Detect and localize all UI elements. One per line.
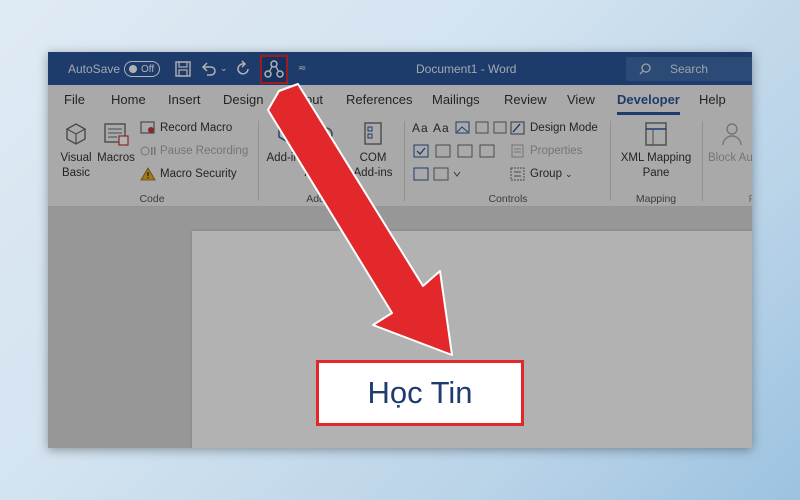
record-macro-icon [140, 121, 155, 134]
group-separator [610, 121, 611, 201]
pause-icon [140, 146, 156, 156]
picture-building-block-icons[interactable] [454, 121, 510, 135]
ribbon-tabs: File Home Insert Design Layout Reference… [48, 85, 752, 115]
word-addins-button[interactable]: Word Add-ins [304, 119, 344, 181]
macros-button[interactable]: Macros [96, 119, 136, 166]
group-label-protect-clipped: P [748, 193, 752, 205]
save-icon[interactable] [174, 59, 194, 79]
group-label: Group [530, 168, 562, 180]
tab-file[interactable]: File [64, 92, 85, 107]
properties-button[interactable]: Properties [510, 142, 582, 160]
search-placeholder: Search [670, 62, 709, 76]
group-label-mapping: Mapping [635, 193, 677, 205]
ribbon-developer: Visual Basic Macros Record Macro Pause R… [48, 115, 752, 207]
design-mode-label: Design Mode [530, 122, 598, 134]
warning-icon [140, 167, 156, 181]
block-authors-button[interactable]: Block Authors [708, 119, 752, 166]
group-separator [702, 121, 703, 201]
network-shapes-icon [264, 60, 284, 78]
person-icon [722, 123, 742, 146]
design-mode-button[interactable]: Design Mode [510, 119, 598, 137]
undo-dropdown-icon[interactable]: ⌄ [220, 52, 228, 85]
tab-layout[interactable]: Layout [284, 92, 323, 107]
redo-icon[interactable] [234, 59, 254, 79]
addins-button[interactable]: Add-ins [266, 119, 306, 166]
plain-text-control-icon[interactable]: Aa [433, 121, 450, 135]
macros-label: Macros [97, 152, 135, 164]
record-macro-label: Record Macro [160, 122, 233, 134]
xml-mapping-pane-button[interactable]: XML Mapping Pane [616, 119, 696, 181]
rich-text-control-icon[interactable]: Aa [412, 121, 429, 135]
gear-icon [319, 127, 333, 141]
visual-basic-label: Visual Basic [60, 152, 92, 179]
macro-security-label: Macro Security [160, 168, 237, 180]
tab-references[interactable]: References [346, 92, 412, 107]
macros-icon [104, 123, 129, 146]
tab-view[interactable]: View [567, 92, 595, 107]
group-separator [258, 121, 259, 201]
record-macro-button[interactable]: Record Macro [140, 119, 232, 137]
tab-home[interactable]: Home [111, 92, 146, 107]
chevron-down-icon: ⌄ [564, 168, 573, 179]
design-mode-icon [510, 121, 525, 135]
highlighted-qat-button[interactable] [260, 55, 288, 84]
com-addins-button[interactable]: COM Add-ins [348, 119, 398, 181]
tab-developer[interactable]: Developer [617, 92, 680, 115]
group-separator [404, 121, 405, 201]
date-legacy-tools-icons[interactable] [412, 167, 464, 181]
properties-icon [511, 144, 524, 158]
check-combo-controls-row [412, 142, 506, 160]
macro-security-button[interactable]: Macro Security [140, 165, 237, 183]
tab-design[interactable]: Design [223, 92, 263, 107]
pause-recording-button[interactable]: Pause Recording [140, 142, 248, 160]
autosave-state: Off [141, 63, 155, 75]
pause-recording-label: Pause Recording [160, 145, 249, 157]
addins-label: Add-ins [266, 152, 306, 164]
hoc-tin-text: Học Tin [367, 375, 473, 410]
hoc-tin-label: Học Tin [316, 360, 524, 426]
autosave-label: AutoSave [68, 61, 121, 76]
visual-basic-button[interactable]: Visual Basic [56, 119, 96, 181]
group-label-addins: Add-ins [306, 193, 342, 205]
checkbox-combo-dropdown-icons[interactable] [412, 144, 502, 158]
xml-mapping-icon [645, 122, 667, 146]
com-addins-icon [364, 122, 382, 145]
toggle-knob [129, 65, 137, 73]
tab-help[interactable]: Help [699, 92, 726, 107]
addins-icon [278, 124, 294, 142]
group-button[interactable]: Group ⌄ [510, 165, 573, 183]
search-icon [639, 63, 651, 75]
tab-insert[interactable]: Insert [168, 92, 201, 107]
search-box[interactable]: Search [626, 57, 752, 81]
document-title: Document1 - Word [416, 61, 517, 76]
properties-label: Properties [530, 145, 583, 157]
tab-review[interactable]: Review [504, 92, 547, 107]
block-authors-label: Block Authors [708, 152, 752, 164]
visual-basic-icon [66, 123, 86, 145]
title-bar: AutoSave Off ⌄ ≂ Document1 - Word Search [48, 52, 752, 85]
text-controls-row: Aa Aa [412, 119, 514, 137]
undo-icon[interactable] [200, 59, 220, 79]
autosave-toggle[interactable]: Off [124, 61, 160, 77]
group-label-code: Code [139, 193, 165, 205]
word-addins-label: Word Add-ins [304, 152, 344, 179]
group-icon [510, 167, 525, 181]
com-addins-label: COM Add-ins [353, 152, 393, 179]
group-label-controls: Controls [488, 193, 528, 205]
customize-qat-icon[interactable]: ≂ [298, 52, 306, 85]
xml-mapping-pane-label: XML Mapping Pane [620, 152, 692, 179]
legacy-tools-row [412, 165, 468, 183]
tab-mailings[interactable]: Mailings [432, 92, 480, 107]
